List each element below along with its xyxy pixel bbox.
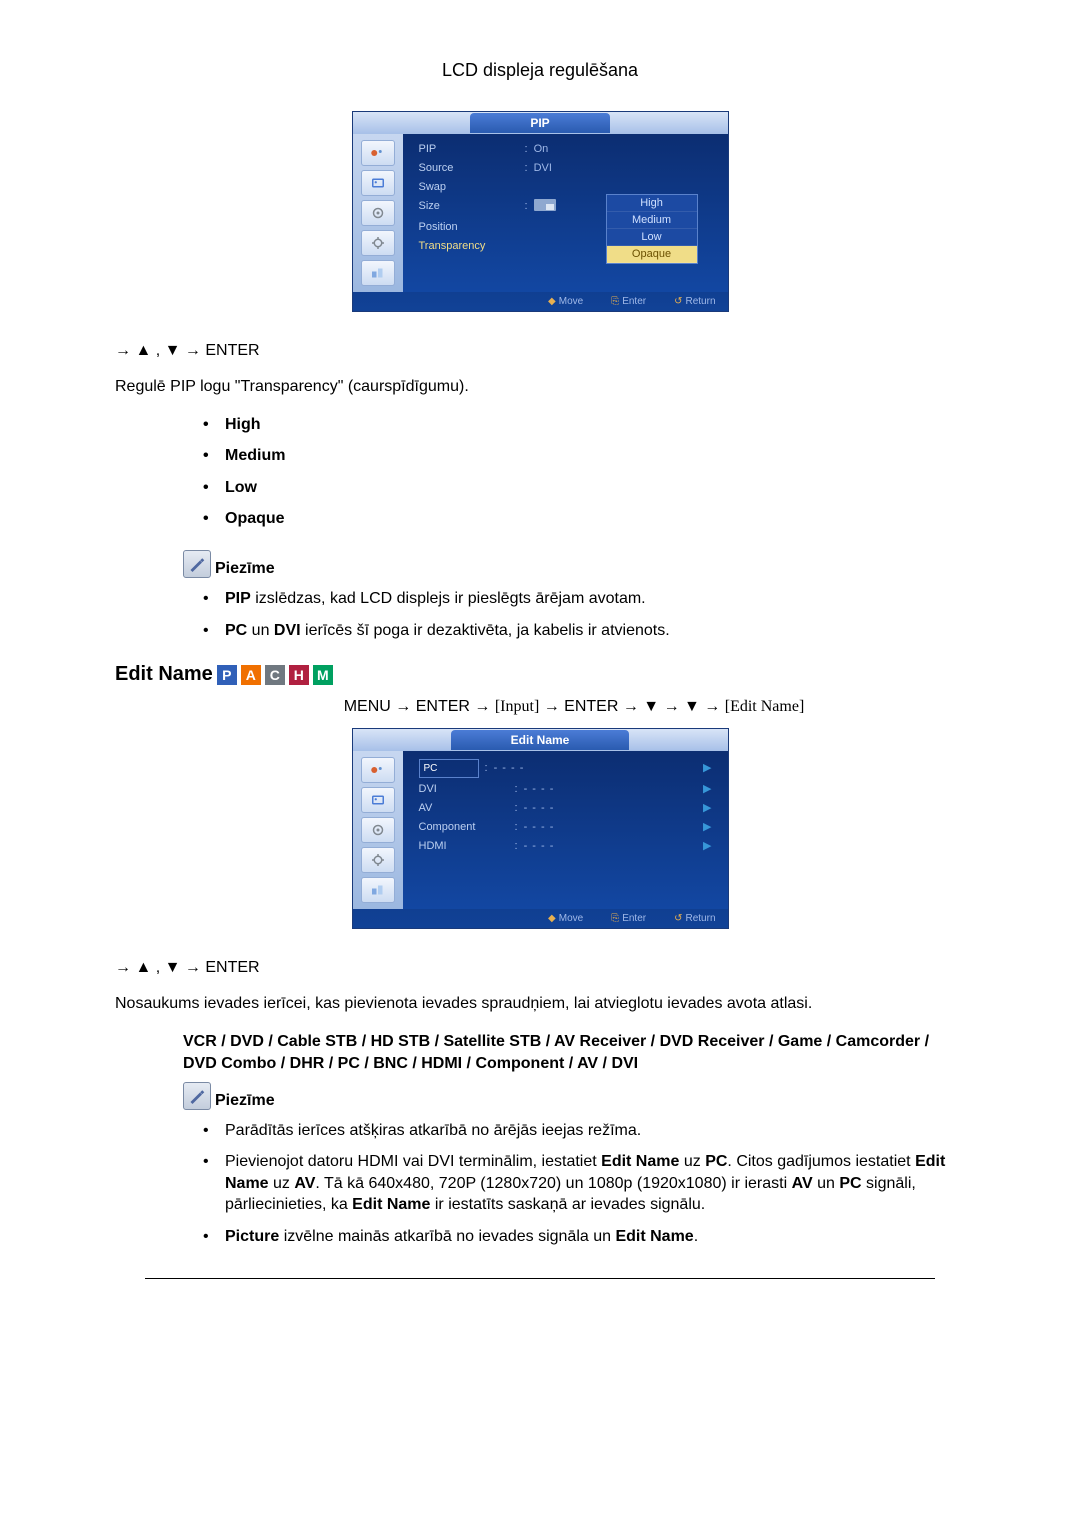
note-devices-differ: Parādītās ierīces atšķiras atkarībā no ā… (225, 1120, 965, 1142)
picture-icon (361, 787, 395, 813)
sidebar-icons (353, 134, 403, 292)
setup-icon (361, 230, 395, 256)
row-component: Component:- - - -▶ (419, 820, 712, 835)
note-hdmi-dvi: Pievienojot datoru HDMI vai DVI termināl… (225, 1151, 965, 1216)
transparency-options: High Medium Low Opaque (115, 414, 965, 530)
pip-footer: ◆Move ⎘Enter ↺Return (353, 292, 728, 311)
pip-title: PIP (470, 113, 609, 133)
en-footer: ◆Move ⎘Enter ↺Return (353, 909, 728, 928)
opt-low: Low (225, 477, 965, 499)
setup-icon (361, 847, 395, 873)
badge-p: P (217, 665, 237, 685)
note-label: Piezīme (215, 1092, 275, 1110)
divider (145, 1278, 935, 1279)
badge-h: H (289, 665, 309, 685)
opt-high: High (225, 414, 965, 436)
badge-a: A (241, 665, 261, 685)
row-av: AV:- - - -▶ (419, 801, 712, 816)
note-pip-off: PIP izslēdzas, kad LCD displejs ir piesl… (225, 588, 965, 610)
notes-block-1: PIP izslēdzas, kad LCD displejs ir piesl… (115, 588, 965, 641)
edit-name-desc: Nosaukums ievades ierīcei, kas pievienot… (115, 993, 965, 1015)
row-swap: Swap (419, 180, 712, 195)
menu-path: MENU → ENTER → [Input] → ENTER → ▼ → ▼ →… (183, 698, 965, 716)
note-icon (183, 1082, 211, 1110)
transparency-desc: Regulē PIP logu "Transparency" (caurspīd… (115, 376, 965, 398)
note-label: Piezīme (215, 560, 275, 578)
row-dvi: DVI:- - - -▶ (419, 782, 712, 797)
notes-block-2: Parādītās ierīces atšķiras atkarībā no ā… (115, 1120, 965, 1248)
edit-name-heading: Edit Name P A C H M (115, 663, 965, 686)
note-picture-menu: Picture izvēlne mainās atkarībā no ievad… (225, 1226, 965, 1248)
row-pc: PC:- - - -▶ (419, 759, 712, 778)
en-title: Edit Name (451, 730, 630, 750)
nav-sequence-2: → ▲ , ▼ → ENTER (115, 959, 965, 977)
multi-icon (361, 260, 395, 286)
row-source: Source:DVI (419, 161, 712, 176)
edit-name-menu-screenshot: Edit Name PC:- - - -▶ DVI:- - - -▶ AV:- … (352, 728, 729, 929)
pip-title-bar: PIP (353, 112, 728, 134)
nav-sequence-1: → ▲ , ▼ → ENTER (115, 342, 965, 360)
opt-opaque: Opaque (225, 508, 965, 530)
badge-m: M (313, 665, 333, 685)
sound-icon (361, 200, 395, 226)
device-list: VCR / DVD / Cable STB / HD STB / Satelli… (183, 1031, 965, 1076)
page-title: LCD displeja regulēšana (115, 60, 965, 81)
pip-menu-screenshot: PIP PIP:On Source:DVI Swap Size: Positio… (352, 111, 729, 312)
picture-icon (361, 170, 395, 196)
en-title-bar: Edit Name (353, 729, 728, 751)
opt-medium: Medium (225, 445, 965, 467)
input-icon (361, 140, 395, 166)
row-pip: PIP:On (419, 142, 712, 157)
note-pc-dvi: PC un DVI ierīcēs šī poga ir dezaktivēta… (225, 620, 965, 642)
sidebar-icons (353, 751, 403, 909)
note-icon (183, 550, 211, 578)
row-hdmi: HDMI:- - - -▶ (419, 839, 712, 854)
badge-c: C (265, 665, 285, 685)
transparency-dropdown: High Medium Low Opaque (606, 194, 698, 264)
sound-icon (361, 817, 395, 843)
multi-icon (361, 877, 395, 903)
input-icon (361, 757, 395, 783)
